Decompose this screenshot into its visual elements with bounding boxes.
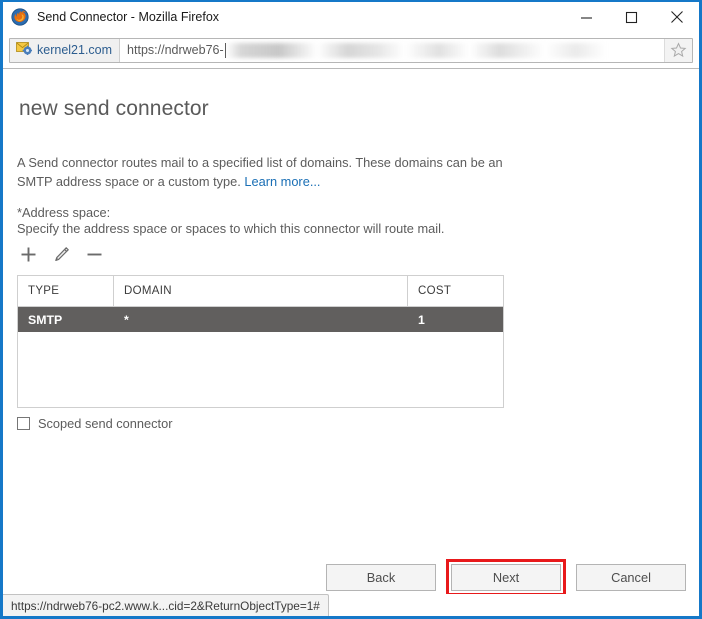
scoped-send-connector-label: Scoped send connector <box>38 416 173 431</box>
title-bar-left: Send Connector - Mozilla Firefox <box>3 8 564 26</box>
site-identity-label: kernel21.com <box>37 43 113 57</box>
cell-cost: 1 <box>418 312 425 327</box>
next-button[interactable]: Next <box>451 564 561 591</box>
title-bar: Send Connector - Mozilla Firefox <box>3 2 699 32</box>
page-title: new send connector <box>19 97 209 120</box>
scoped-send-connector-checkbox[interactable] <box>17 417 30 430</box>
back-button[interactable]: Back <box>326 564 436 591</box>
add-icon[interactable] <box>17 243 39 265</box>
site-identity-box[interactable]: kernel21.com <box>10 38 121 62</box>
maximize-icon[interactable] <box>609 3 654 32</box>
edit-pencil-icon[interactable] <box>50 243 72 265</box>
window-controls <box>564 2 699 32</box>
envelope-gear-favicon <box>16 41 33 60</box>
page-content: new send connector A Send connector rout… <box>3 69 699 594</box>
firefox-logo-icon <box>11 8 29 26</box>
address-space-description: Specify the address space or spaces to w… <box>17 221 445 236</box>
cell-domain: * <box>124 312 129 327</box>
grid-header-row: TYPE DOMAIN COST <box>18 276 503 307</box>
column-header-cost[interactable]: COST <box>408 276 503 306</box>
status-bar: https://ndrweb76-pc2.www.k...cid=2&Retur… <box>3 594 329 616</box>
intro-paragraph: A Send connector routes mail to a specif… <box>17 153 517 191</box>
learn-more-link[interactable]: Learn more... <box>244 174 320 189</box>
star-icon[interactable] <box>664 38 692 62</box>
table-row[interactable]: SMTP * 1 <box>18 307 503 332</box>
minimize-icon[interactable] <box>564 3 609 32</box>
wizard-footer: Back Next Cancel <box>3 559 699 594</box>
grid-toolbar <box>17 243 105 265</box>
remove-icon[interactable] <box>83 243 105 265</box>
address-space-label: *Address space: <box>17 205 111 220</box>
cell-type: SMTP <box>28 312 63 327</box>
window-title: Send Connector - Mozilla Firefox <box>37 10 220 24</box>
redacted-url-overlay <box>226 42 607 58</box>
close-icon[interactable] <box>654 3 699 32</box>
status-bar-url: https://ndrweb76-pc2.www.k...cid=2&Retur… <box>11 598 320 613</box>
url-text: https://ndrweb76- <box>127 43 224 57</box>
cancel-button[interactable]: Cancel <box>576 564 686 591</box>
column-header-domain[interactable]: DOMAIN <box>114 276 408 306</box>
text-caret <box>224 42 226 58</box>
url-input[interactable]: https://ndrweb76- <box>120 39 664 62</box>
browser-window: Send Connector - Mozilla Firefox kernel2… <box>0 0 702 619</box>
navigation-bar: kernel21.com https://ndrweb76- <box>3 32 699 68</box>
address-space-grid[interactable]: TYPE DOMAIN COST SMTP * 1 <box>17 275 504 408</box>
next-button-wrapper: Next <box>446 559 566 594</box>
column-header-type[interactable]: TYPE <box>18 276 114 306</box>
url-bar[interactable]: kernel21.com https://ndrweb76- <box>9 37 693 63</box>
scoped-send-connector-row[interactable]: Scoped send connector <box>17 416 172 431</box>
